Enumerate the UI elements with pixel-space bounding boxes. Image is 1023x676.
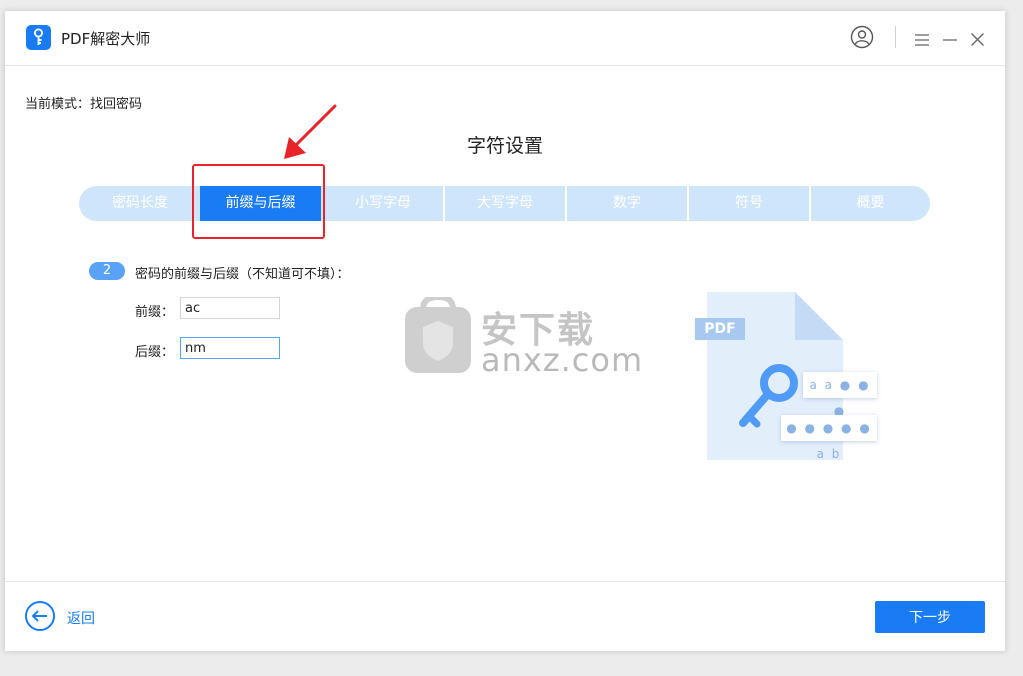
title-bar: PDF解密大师 xyxy=(5,11,1005,66)
page-title: 字符设置 xyxy=(466,135,543,157)
back-button[interactable]: 返回 xyxy=(67,608,95,628)
back-arrow-icon[interactable] xyxy=(25,601,55,631)
tab-divider xyxy=(687,186,689,221)
watermark-domain: anxz.com xyxy=(481,341,644,379)
app-logo-icon xyxy=(26,25,51,50)
tab-uppercase[interactable]: 大写字母 xyxy=(445,186,565,221)
password-chip-2: ● ● ● ● ● a b xyxy=(781,415,877,461)
password-chip-1: a a ● ● ● xyxy=(803,372,877,418)
tab-divider xyxy=(565,186,567,221)
tab-password-length[interactable]: 密码长度 xyxy=(79,186,201,221)
menu-icon[interactable] xyxy=(915,31,929,46)
footer-bar: 返回 下一步 xyxy=(5,581,1005,652)
minimize-icon[interactable] xyxy=(943,31,957,43)
section-number-badge: 2 xyxy=(89,262,125,280)
titlebar-separator xyxy=(895,26,896,48)
next-step-button[interactable]: 下一步 xyxy=(875,601,985,633)
user-icon[interactable] xyxy=(850,25,874,49)
prefix-input[interactable] xyxy=(180,297,280,319)
watermark-shield-icon xyxy=(403,293,473,377)
current-mode-label: 当前模式：找回密码 xyxy=(25,97,143,112)
tab-digits[interactable]: 数字 xyxy=(567,186,687,221)
app-window: PDF解密大师 当前模式：找回密码 字符设置 密码长度 前缀与后缀 小写字母 大… xyxy=(5,11,1005,651)
tab-divider xyxy=(443,186,445,221)
tab-lowercase[interactable]: 小写字母 xyxy=(323,186,443,221)
tab-summary[interactable]: 概要 xyxy=(811,186,930,221)
red-arrow-annotation-icon xyxy=(275,103,341,165)
suffix-label: 后缀： xyxy=(135,345,175,360)
tab-symbols[interactable]: 符号 xyxy=(689,186,809,221)
prefix-label: 前缀： xyxy=(135,305,175,320)
section-description: 密码的前缀与后缀（不知道可不填）： xyxy=(135,267,350,282)
tab-divider xyxy=(809,186,811,221)
close-icon[interactable] xyxy=(971,31,984,46)
suffix-input[interactable] xyxy=(180,337,280,359)
app-title: PDF解密大师 xyxy=(61,30,151,48)
pdf-badge: PDF xyxy=(695,318,745,340)
highlight-box-annotation xyxy=(192,164,325,239)
